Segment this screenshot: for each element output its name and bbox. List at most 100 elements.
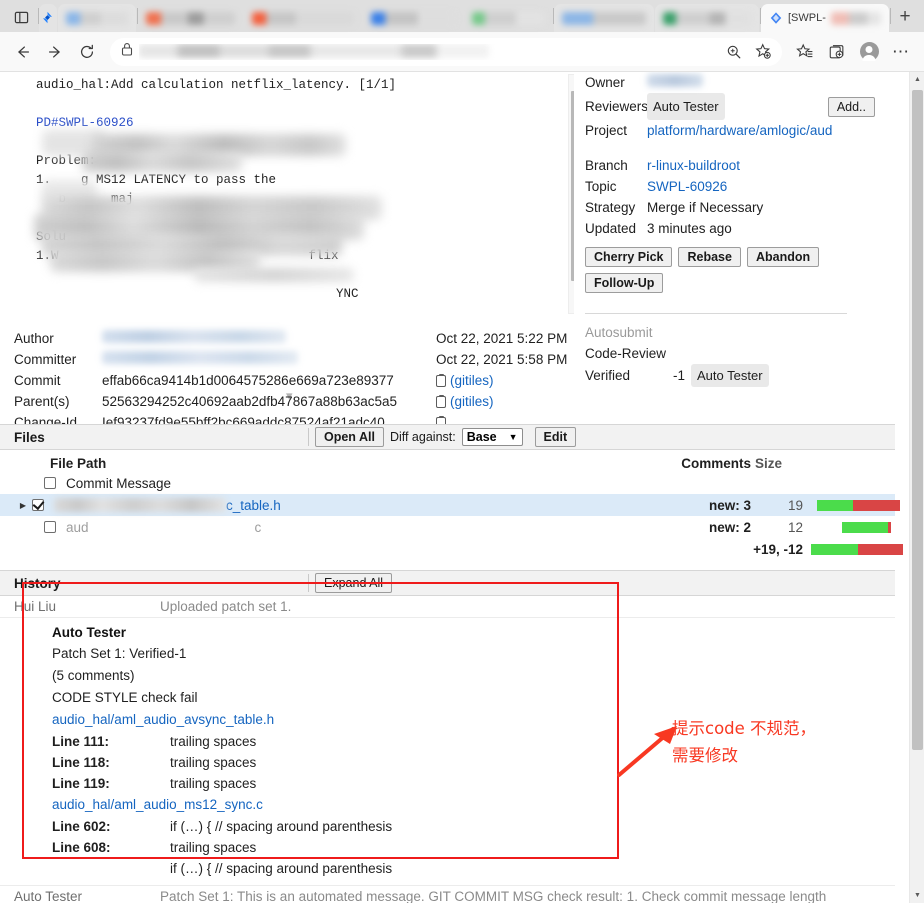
- table-row[interactable]: aud c new: 2 12: [0, 516, 895, 538]
- browser-titlebar: [SWPL- + – □ ✕: [0, 0, 924, 32]
- file-size: 12: [787, 519, 803, 535]
- scroll-up-arrow[interactable]: ▲: [569, 75, 574, 89]
- issue-link[interactable]: PD#SWPL-60926: [36, 116, 134, 130]
- commit-dates: Oct 22, 2021 5:22 PM Oct 22, 2021 5:58 P…: [436, 328, 567, 370]
- expand-triangle-icon[interactable]: ▶: [16, 501, 30, 510]
- change-summary: audio_hal:Add calculation netflix_latenc…: [0, 72, 895, 403]
- browser-tab[interactable]: [138, 4, 243, 32]
- open-all-button[interactable]: Open All: [315, 427, 384, 447]
- parent-hash: 52563294252c40692aab2dfb47867a88b63ac5a5: [102, 394, 398, 409]
- branch-link[interactable]: r-linux-buildroot: [647, 155, 740, 176]
- diff-total-label: +19, -12: [753, 541, 803, 557]
- meta-row-updated: Updated 3 minutes ago: [585, 218, 875, 239]
- history-row[interactable]: Hui Liu Uploaded patch set 1.: [0, 596, 895, 618]
- identity-key: Author: [14, 331, 54, 346]
- approval-labels: Autosubmit Code-Review Verified -1 Auto …: [585, 322, 875, 387]
- file-checkbox[interactable]: [44, 521, 56, 533]
- meta-label: Owner: [585, 75, 625, 90]
- favorites-icon[interactable]: [790, 37, 820, 67]
- issue-text: if (…) { // spacing around parenthesis: [170, 861, 393, 876]
- reload-icon[interactable]: [72, 37, 102, 67]
- rebase-button[interactable]: Rebase: [678, 247, 741, 267]
- label-name: Verified: [585, 368, 631, 383]
- redaction-overlay: [82, 152, 242, 172]
- toolbar-divider: [308, 428, 309, 446]
- arrow-right-icon[interactable]: [40, 37, 70, 67]
- add-favorite-icon[interactable]: [752, 43, 775, 60]
- redacted-tab-title: [562, 11, 646, 25]
- issue-text: trailing spaces: [170, 755, 257, 770]
- tab-strip: [SWPL- +: [0, 0, 919, 32]
- file-path[interactable]: aud c: [56, 520, 659, 535]
- browser-tab-active[interactable]: [SWPL-: [761, 4, 889, 32]
- topic-link[interactable]: SWPL-60926: [647, 176, 727, 197]
- arrow-left-icon[interactable]: [8, 37, 38, 67]
- browser-tab[interactable]: [58, 4, 136, 32]
- file-checkbox[interactable]: [44, 477, 56, 489]
- more-options-icon[interactable]: ⋯: [886, 37, 916, 67]
- expand-all-button[interactable]: Expand All: [315, 573, 393, 593]
- scroll-down-arrow[interactable]: ▼: [569, 299, 574, 313]
- browser-tab[interactable]: [363, 4, 463, 32]
- table-row[interactable]: Commit Message: [0, 472, 895, 494]
- new-tab-button[interactable]: +: [891, 3, 919, 31]
- table-row[interactable]: ▶ c_table.h new: 3 19: [0, 494, 900, 516]
- files-toolbar: Open All Diff against: Base ▼ Edit: [308, 427, 577, 447]
- edit-button[interactable]: Edit: [534, 427, 577, 447]
- file-path[interactable]: c_table.h: [44, 497, 659, 513]
- redacted-url: [139, 43, 489, 58]
- files-table: File Path Comments Size Commit Message ▶: [0, 450, 903, 560]
- history-row[interactable]: Auto Tester Patch Set 1: This is an auto…: [0, 886, 895, 903]
- gitiles-link[interactable]: (gitiles): [450, 373, 494, 388]
- scrollbar-thumb[interactable]: [571, 91, 574, 281]
- gitiles-link[interactable]: (gitiles): [450, 394, 494, 409]
- label-voter-chip[interactable]: Auto Tester: [691, 364, 769, 387]
- project-link[interactable]: platform/hardware/amlogic/aud: [647, 120, 832, 141]
- scroll-up-arrow[interactable]: ▲: [910, 72, 924, 87]
- diff-removed-bar: [888, 521, 891, 533]
- abandon-button[interactable]: Abandon: [746, 247, 820, 267]
- commit-message-scrollbar[interactable]: ▲ ▼: [568, 74, 574, 314]
- browser-tab[interactable]: [655, 4, 759, 32]
- label-name: Code-Review: [585, 346, 667, 361]
- diff-bar-segments: [817, 499, 900, 511]
- window-controls: – □ ✕: [919, 0, 924, 31]
- column-comments: Comments: [681, 455, 751, 471]
- diff-against-select[interactable]: Base ▼: [461, 428, 523, 446]
- history-message: Patch Set 1: This is an automated messag…: [160, 889, 827, 903]
- collections-icon[interactable]: [822, 37, 852, 67]
- file-checkbox[interactable]: [32, 499, 44, 511]
- browser-tab[interactable]: [464, 4, 552, 32]
- issue-line-number: [52, 858, 170, 879]
- author-date: Oct 22, 2021 5:22 PM: [436, 331, 568, 346]
- issue-line-number: Line 602:: [52, 819, 111, 834]
- file-path-suffix: c_table.h: [226, 497, 281, 513]
- profile-avatar[interactable]: [854, 37, 884, 67]
- scrollbar-thumb[interactable]: [912, 90, 923, 750]
- browser-tab[interactable]: [39, 4, 57, 32]
- reviewer-chip[interactable]: Auto Tester: [647, 93, 725, 120]
- identity-row-commit: Commit effab66ca9414b1d0064575286e669a72…: [14, 370, 594, 391]
- add-reviewer-button[interactable]: Add..: [827, 97, 875, 117]
- tab-search-icon[interactable]: [8, 4, 34, 30]
- diff-added-bar: [817, 499, 853, 511]
- follow-up-button[interactable]: Follow-Up: [585, 273, 664, 293]
- diff-bar: [803, 478, 895, 489]
- cherry-pick-button[interactable]: Cherry Pick: [585, 247, 673, 267]
- zoom-icon[interactable]: [722, 44, 746, 60]
- address-bar[interactable]: [110, 37, 782, 66]
- browser-tab[interactable]: [554, 4, 654, 32]
- minimize-button[interactable]: –: [919, 0, 924, 31]
- jira-icon: [41, 11, 55, 25]
- copy-icon[interactable]: [436, 374, 446, 387]
- issue-row: Line 119: trailing spaces: [0, 773, 895, 794]
- meta-label: Updated: [585, 221, 637, 236]
- file-path[interactable]: Commit Message: [56, 476, 659, 491]
- page-scrollbar[interactable]: ▲ ▼: [909, 72, 924, 903]
- copy-icon[interactable]: [436, 395, 446, 408]
- issue-file-link[interactable]: audio_hal/aml_audio_ms12_sync.c: [0, 794, 895, 816]
- lock-icon: [121, 42, 133, 61]
- redacted-tab-title: [472, 11, 544, 25]
- browser-tab[interactable]: [244, 4, 362, 32]
- scroll-down-arrow[interactable]: ▼: [910, 888, 924, 903]
